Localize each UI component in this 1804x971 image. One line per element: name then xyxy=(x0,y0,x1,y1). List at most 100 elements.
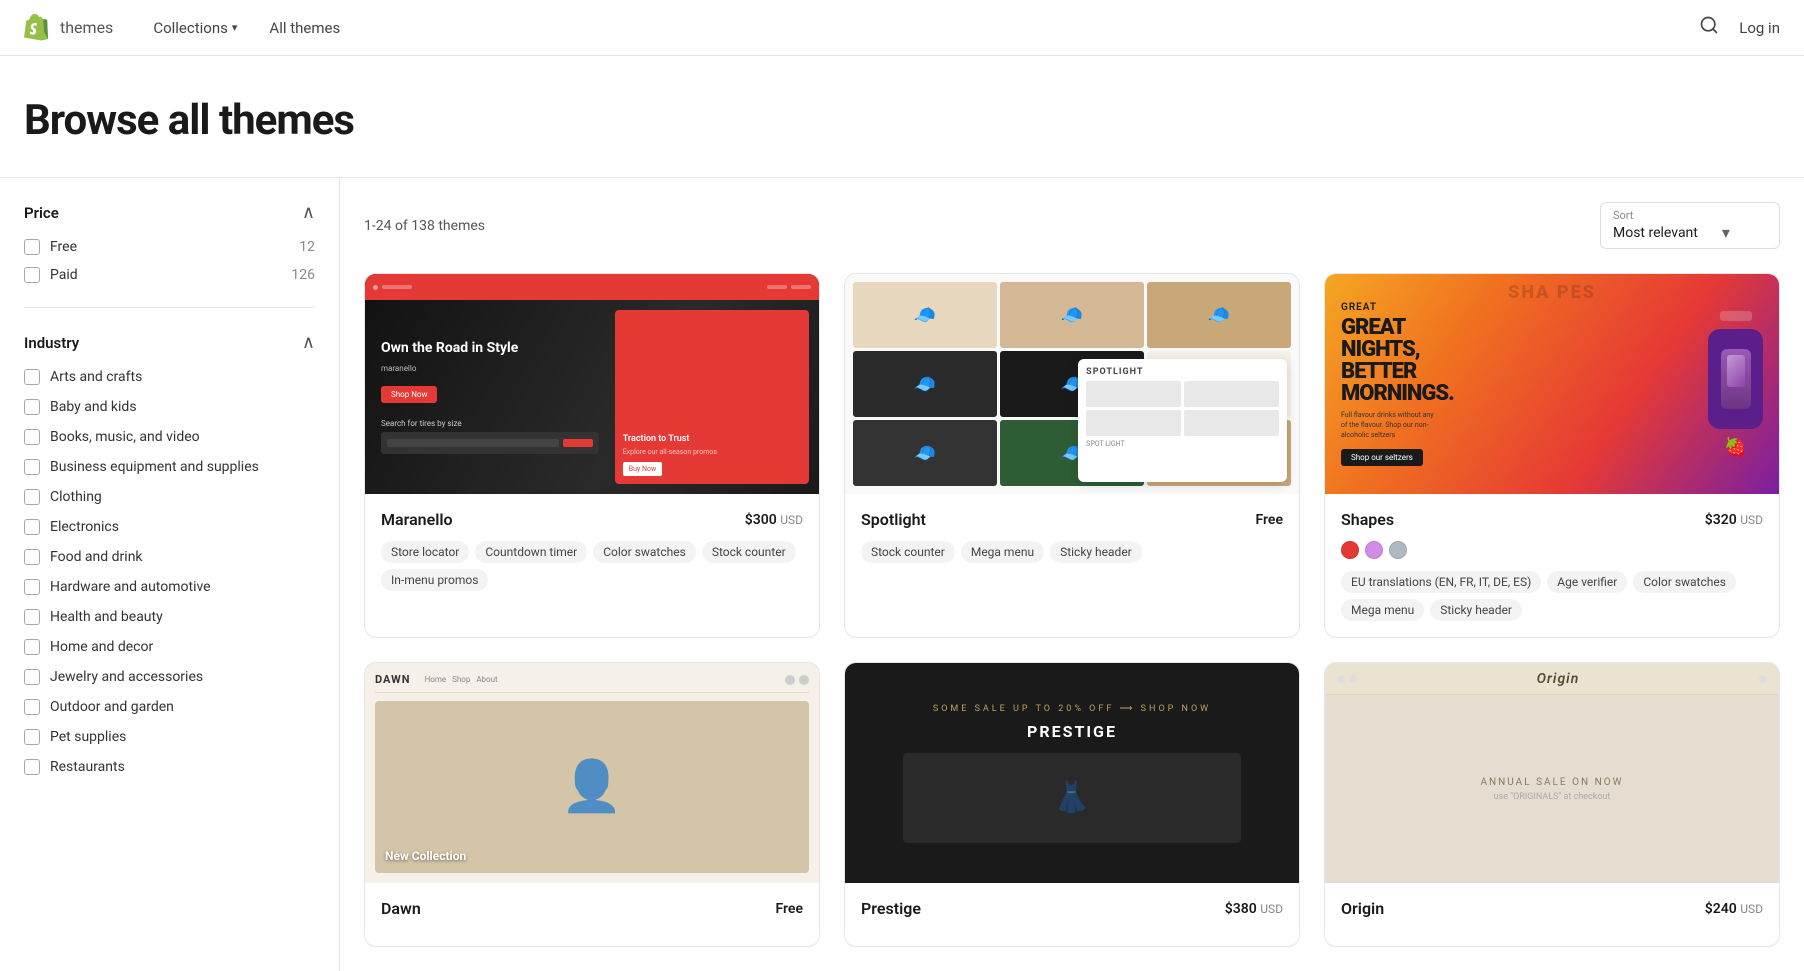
theme-preview-origin: Origin ANNUAL SALE ON NOW use "ORIGINALS… xyxy=(1325,663,1779,883)
tag-color-swatches: Color swatches xyxy=(593,541,696,563)
theme-name-maranello: Maranello xyxy=(381,510,453,529)
theme-card-meta-prestige: Prestige $380 USD xyxy=(861,899,1283,918)
site-header: themes Collections ▾ All themes Log in xyxy=(0,0,1804,56)
tag-sticky-header-s: Sticky header xyxy=(1050,541,1142,563)
theme-tags-maranello: Store locator Countdown timer Color swat… xyxy=(381,541,803,591)
restaurants-checkbox[interactable] xyxy=(24,759,40,775)
free-checkbox[interactable] xyxy=(24,239,40,255)
price-filter-free: Free 12 xyxy=(24,239,315,255)
collections-nav-item[interactable]: Collections ▾ xyxy=(153,19,237,37)
search-icon[interactable] xyxy=(1699,15,1719,40)
clothing-checkbox[interactable] xyxy=(24,489,40,505)
business-label: Business equipment and supplies xyxy=(50,459,259,475)
theme-card-body-prestige: Prestige $380 USD xyxy=(845,883,1299,946)
content-area: 1-24 of 138 themes Sort Most relevant ▾ xyxy=(340,178,1804,971)
theme-preview-prestige: SOME SALE UP TO 20% OFF ⟶ SHOP NOW PREST… xyxy=(845,663,1299,883)
tag-store-locator: Store locator xyxy=(381,541,469,563)
pet-label: Pet supplies xyxy=(50,729,126,745)
theme-card-origin[interactable]: Origin ANNUAL SALE ON NOW use "ORIGINALS… xyxy=(1324,662,1780,947)
industry-item-business: Business equipment and supplies xyxy=(24,459,315,475)
tag-color-swatches-sh: Color swatches xyxy=(1633,571,1736,593)
health-checkbox[interactable] xyxy=(24,609,40,625)
industry-item-books: Books, music, and video xyxy=(24,429,315,445)
theme-name-origin: Origin xyxy=(1341,899,1384,918)
price-filter-header[interactable]: Price ∧ xyxy=(24,202,315,223)
jewelry-checkbox[interactable] xyxy=(24,669,40,685)
theme-card-body-shapes: Shapes $320 USD EU translations (EN, FR,… xyxy=(1325,494,1779,637)
hardware-checkbox[interactable] xyxy=(24,579,40,595)
sort-select[interactable]: Sort Most relevant ▾ xyxy=(1600,202,1780,249)
tag-stock-counter: Stock counter xyxy=(702,541,796,563)
industry-item-pet: Pet supplies xyxy=(24,729,315,745)
food-label: Food and drink xyxy=(50,549,143,565)
jewelry-label: Jewelry and accessories xyxy=(50,669,203,685)
tag-mega-menu-sh: Mega menu xyxy=(1341,599,1424,621)
price-filter-toggle-icon: ∧ xyxy=(302,202,315,223)
business-checkbox[interactable] xyxy=(24,459,40,475)
industry-item-clothing: Clothing xyxy=(24,489,315,505)
main-nav: Collections ▾ All themes xyxy=(153,19,1699,37)
industry-item-jewelry: Jewelry and accessories xyxy=(24,669,315,685)
paid-count: 126 xyxy=(291,267,315,283)
industry-item-electronics: Electronics xyxy=(24,519,315,535)
tag-age-verifier: Age verifier xyxy=(1547,571,1627,593)
clothing-label: Clothing xyxy=(50,489,102,505)
theme-card-meta-dawn: Dawn Free xyxy=(381,899,803,918)
industry-item-health: Health and beauty xyxy=(24,609,315,625)
theme-card-meta-spotlight: Spotlight Free xyxy=(861,510,1283,529)
shopify-logo-icon xyxy=(24,14,52,42)
industry-item-restaurants: Restaurants xyxy=(24,759,315,775)
theme-colors-shapes xyxy=(1341,541,1763,559)
page-title-section: Browse all themes xyxy=(0,56,1804,178)
theme-card-spotlight[interactable]: 🧢 🧢 🧢 🧢 🧢 🧢 🧢 🧢 🧢 SPOTLIGH xyxy=(844,273,1300,638)
theme-card-prestige[interactable]: SOME SALE UP TO 20% OFF ⟶ SHOP NOW PREST… xyxy=(844,662,1300,947)
pet-checkbox[interactable] xyxy=(24,729,40,745)
price-filter-title: Price xyxy=(24,204,59,222)
theme-card-dawn[interactable]: DAWN Home Shop About 👤 xyxy=(364,662,820,947)
arts-crafts-checkbox[interactable] xyxy=(24,369,40,385)
all-themes-label: All themes xyxy=(269,19,340,37)
theme-preview-spotlight: 🧢 🧢 🧢 🧢 🧢 🧢 🧢 🧢 🧢 SPOTLIGH xyxy=(845,274,1299,494)
theme-card-shapes[interactable]: GREAT GREATNIGHTS,BETTERMORNINGS. Full f… xyxy=(1324,273,1780,638)
theme-card-body-dawn: Dawn Free xyxy=(365,883,819,946)
theme-grid: Own the Road in Style maranello Shop Now… xyxy=(364,273,1780,947)
hardware-label: Hardware and automotive xyxy=(50,579,211,595)
electronics-checkbox[interactable] xyxy=(24,519,40,535)
content-header: 1-24 of 138 themes Sort Most relevant ▾ xyxy=(364,202,1780,249)
theme-tags-shapes: EU translations (EN, FR, IT, DE, ES) Age… xyxy=(1341,571,1763,621)
all-themes-nav-item[interactable]: All themes xyxy=(269,19,340,37)
sort-label: Sort xyxy=(1613,209,1767,222)
industry-filter-toggle-icon: ∧ xyxy=(302,332,315,353)
sort-value: Most relevant xyxy=(1613,225,1698,241)
theme-card-body-spotlight: Spotlight Free Stock counter Mega menu S… xyxy=(845,494,1299,579)
outdoor-checkbox[interactable] xyxy=(24,699,40,715)
logo-link[interactable]: themes xyxy=(24,14,113,42)
page-title: Browse all themes xyxy=(24,96,1780,145)
theme-card-maranello[interactable]: Own the Road in Style maranello Shop Now… xyxy=(364,273,820,638)
industry-item-outdoor: Outdoor and garden xyxy=(24,699,315,715)
industry-item-hardware: Hardware and automotive xyxy=(24,579,315,595)
food-checkbox[interactable] xyxy=(24,549,40,565)
main-layout: Price ∧ Free 12 Paid 126 I xyxy=(0,178,1804,971)
theme-name-shapes: Shapes xyxy=(1341,510,1394,529)
filter-divider xyxy=(24,307,315,308)
industry-filter-section: Industry ∧ Arts and crafts Baby and kids… xyxy=(24,332,315,775)
tag-eu-translations: EU translations (EN, FR, IT, DE, ES) xyxy=(1341,571,1541,593)
theme-card-body-maranello: Maranello $300 USD Store locator Countdo… xyxy=(365,494,819,607)
paid-checkbox[interactable] xyxy=(24,267,40,283)
paid-label: Paid xyxy=(50,267,78,283)
books-checkbox[interactable] xyxy=(24,429,40,445)
health-label: Health and beauty xyxy=(50,609,163,625)
home-checkbox[interactable] xyxy=(24,639,40,655)
price-filter-section: Price ∧ Free 12 Paid 126 xyxy=(24,202,315,283)
login-button[interactable]: Log in xyxy=(1739,19,1780,37)
industry-item-home: Home and decor xyxy=(24,639,315,655)
baby-kids-checkbox[interactable] xyxy=(24,399,40,415)
restaurants-label: Restaurants xyxy=(50,759,125,775)
theme-card-meta-maranello: Maranello $300 USD xyxy=(381,510,803,529)
tag-countdown: Countdown timer xyxy=(475,541,587,563)
industry-item-food: Food and drink xyxy=(24,549,315,565)
arts-crafts-label: Arts and crafts xyxy=(50,369,142,385)
industry-filter-header[interactable]: Industry ∧ xyxy=(24,332,315,353)
theme-name-spotlight: Spotlight xyxy=(861,510,926,529)
